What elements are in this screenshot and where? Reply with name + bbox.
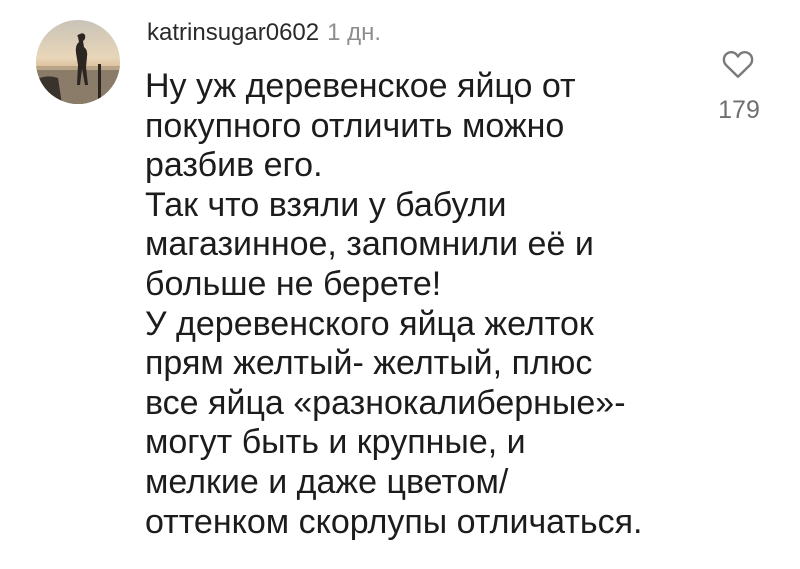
comment-text-line: прям желтый- желтый, плюс: [145, 344, 593, 383]
comment: katrinsugar0602 1 дн. Ну уж деревенское я…: [0, 0, 800, 569]
avatar[interactable]: [36, 20, 120, 104]
comment-text-line: Так что взяли у бабули: [145, 185, 507, 224]
avatar-image: [36, 20, 120, 104]
comment-text-line: больше не берете!: [145, 264, 442, 303]
comment-meta: katrinsugar0602 1 дн.: [147, 16, 381, 50]
like-count: 179: [718, 96, 760, 124]
comment-text-line: магазинное, запомнили её и: [145, 225, 594, 264]
comment-text: Ну уж деревенское яйцо от покупного отли…: [145, 67, 705, 542]
heart-outline-icon: [722, 51, 754, 78]
comment-text-line: все яйца «разнокалиберные»-: [145, 383, 626, 422]
comment-text-line: мелкие и даже цветом/: [145, 462, 509, 501]
comment-text-line: покупного отличить можно: [145, 106, 565, 145]
comment-text-line: оттенком скорлупы отличаться.: [145, 502, 643, 541]
comment-text-line: У деревенского яйца желток: [145, 304, 594, 343]
comment-text-line: Ну уж деревенское яйцо от: [145, 67, 576, 105]
username[interactable]: katrinsugar0602: [147, 19, 319, 46]
timestamp: 1 дн.: [327, 19, 382, 46]
comment-text-line: могут быть и крупные, и: [145, 423, 526, 462]
comment-text-line: разбив его.: [145, 146, 323, 185]
like-button[interactable]: [720, 46, 756, 82]
